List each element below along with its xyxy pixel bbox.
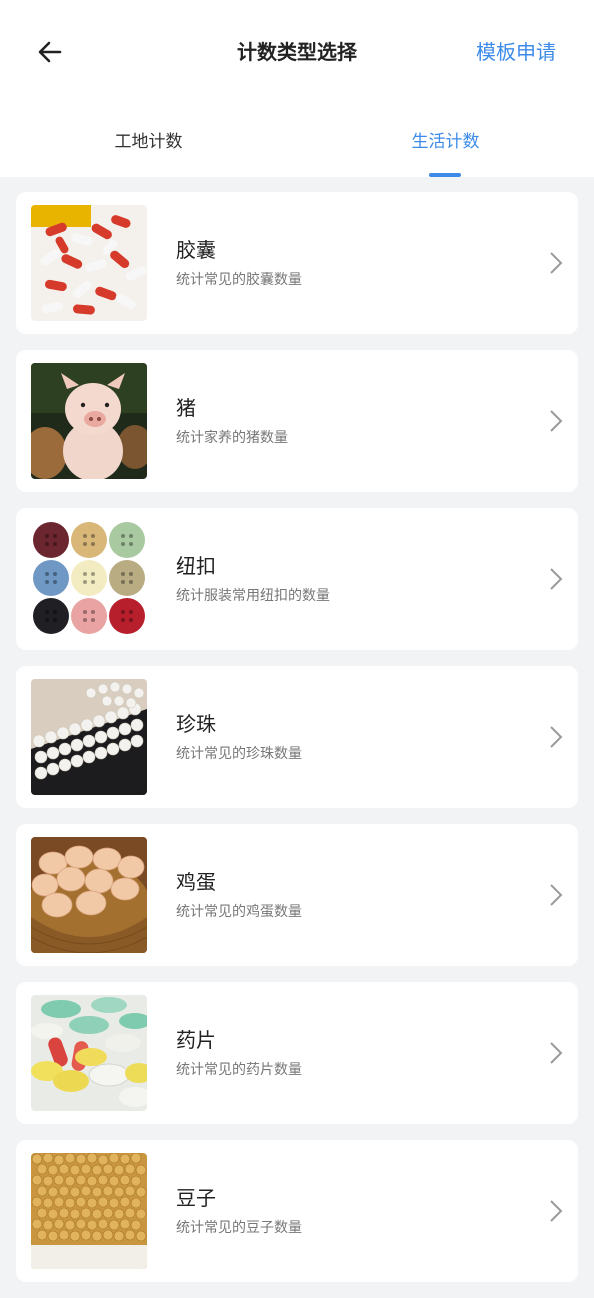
- tab-bar: 工地计数 生活计数: [0, 106, 594, 177]
- capsules-image: [31, 205, 147, 321]
- chevron-right-icon: [550, 1042, 563, 1064]
- item-name: 珍珠: [176, 712, 216, 736]
- tab-life-count[interactable]: 生活计数: [297, 106, 594, 177]
- tab-label: 工地计数: [114, 132, 183, 152]
- chevron-right-icon: [550, 726, 563, 748]
- list-item-capsules[interactable]: 胶囊 统计常见的胶囊数量: [16, 192, 578, 334]
- chevron-right-icon: [550, 410, 563, 432]
- header: 计数类型选择 模板申请: [0, 0, 594, 106]
- pig-image: [31, 363, 147, 479]
- tablets-image: [31, 995, 147, 1111]
- item-desc: 统计服装常用纽扣的数量: [176, 588, 330, 604]
- count-type-list: 胶囊 统计常见的胶囊数量 猪 统计家养的猪数量 纽扣 统计服装常用纽扣的数量 珍…: [16, 192, 578, 1298]
- tab-active-indicator: [428, 173, 461, 177]
- item-name: 鸡蛋: [176, 870, 216, 894]
- top-bar: 计数类型选择 模板申请 工地计数 生活计数: [0, 0, 594, 177]
- chevron-right-icon: [550, 884, 563, 906]
- list-item-pig[interactable]: 猪 统计家养的猪数量: [16, 350, 578, 492]
- item-name: 纽扣: [176, 554, 216, 578]
- chevron-right-icon: [550, 252, 563, 274]
- item-name: 药片: [176, 1028, 216, 1052]
- item-desc: 统计常见的胶囊数量: [176, 272, 302, 288]
- item-name: 胶囊: [176, 238, 216, 262]
- chevron-right-icon: [550, 568, 563, 590]
- chevron-right-icon: [550, 1200, 563, 1222]
- item-desc: 统计常见的鸡蛋数量: [176, 904, 302, 920]
- list-item-tablets[interactable]: 药片 统计常见的药片数量: [16, 982, 578, 1124]
- item-name: 豆子: [176, 1186, 216, 1210]
- list-item-beans[interactable]: 豆子 统计常见的豆子数量: [16, 1140, 578, 1282]
- item-desc: 统计常见的珍珠数量: [176, 746, 302, 762]
- buttons-image: [31, 521, 147, 637]
- list-item-pearls[interactable]: 珍珠 统计常见的珍珠数量: [16, 666, 578, 808]
- item-desc: 统计常见的豆子数量: [176, 1220, 302, 1236]
- beans-image: [31, 1153, 147, 1269]
- item-desc: 统计家养的猪数量: [176, 430, 288, 446]
- list-item-buttons[interactable]: 纽扣 统计服装常用纽扣的数量: [16, 508, 578, 650]
- tab-label: 生活计数: [411, 132, 480, 152]
- list-item-eggs[interactable]: 鸡蛋 统计常见的鸡蛋数量: [16, 824, 578, 966]
- item-name: 猪: [176, 396, 196, 420]
- pearls-image: [31, 679, 147, 795]
- item-desc: 统计常见的药片数量: [176, 1062, 302, 1078]
- eggs-image: [31, 837, 147, 953]
- tab-site-count[interactable]: 工地计数: [0, 106, 297, 177]
- template-apply-link[interactable]: 模板申请: [476, 38, 556, 66]
